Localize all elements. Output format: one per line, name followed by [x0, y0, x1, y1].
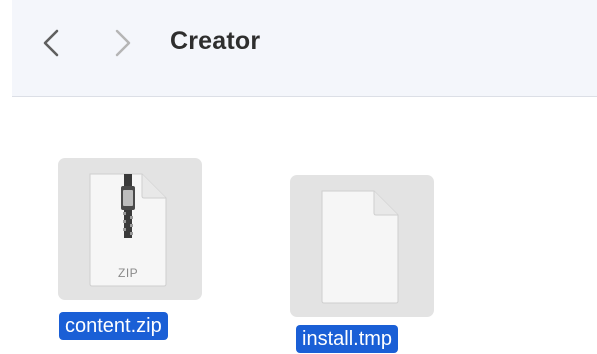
zip-type-caption: ZIP — [118, 266, 139, 280]
generic-document-icon — [321, 190, 399, 304]
finder-toolbar: Creator — [12, 0, 597, 97]
folder-title: Creator — [170, 27, 261, 55]
back-button[interactable] — [38, 28, 66, 58]
chevron-left-icon — [43, 29, 59, 57]
chevron-right-icon — [115, 29, 131, 57]
forward-button[interactable] — [108, 28, 136, 58]
file-name-label[interactable]: install.tmp — [296, 325, 399, 353]
file-name-label[interactable]: content.zip — [59, 312, 168, 340]
